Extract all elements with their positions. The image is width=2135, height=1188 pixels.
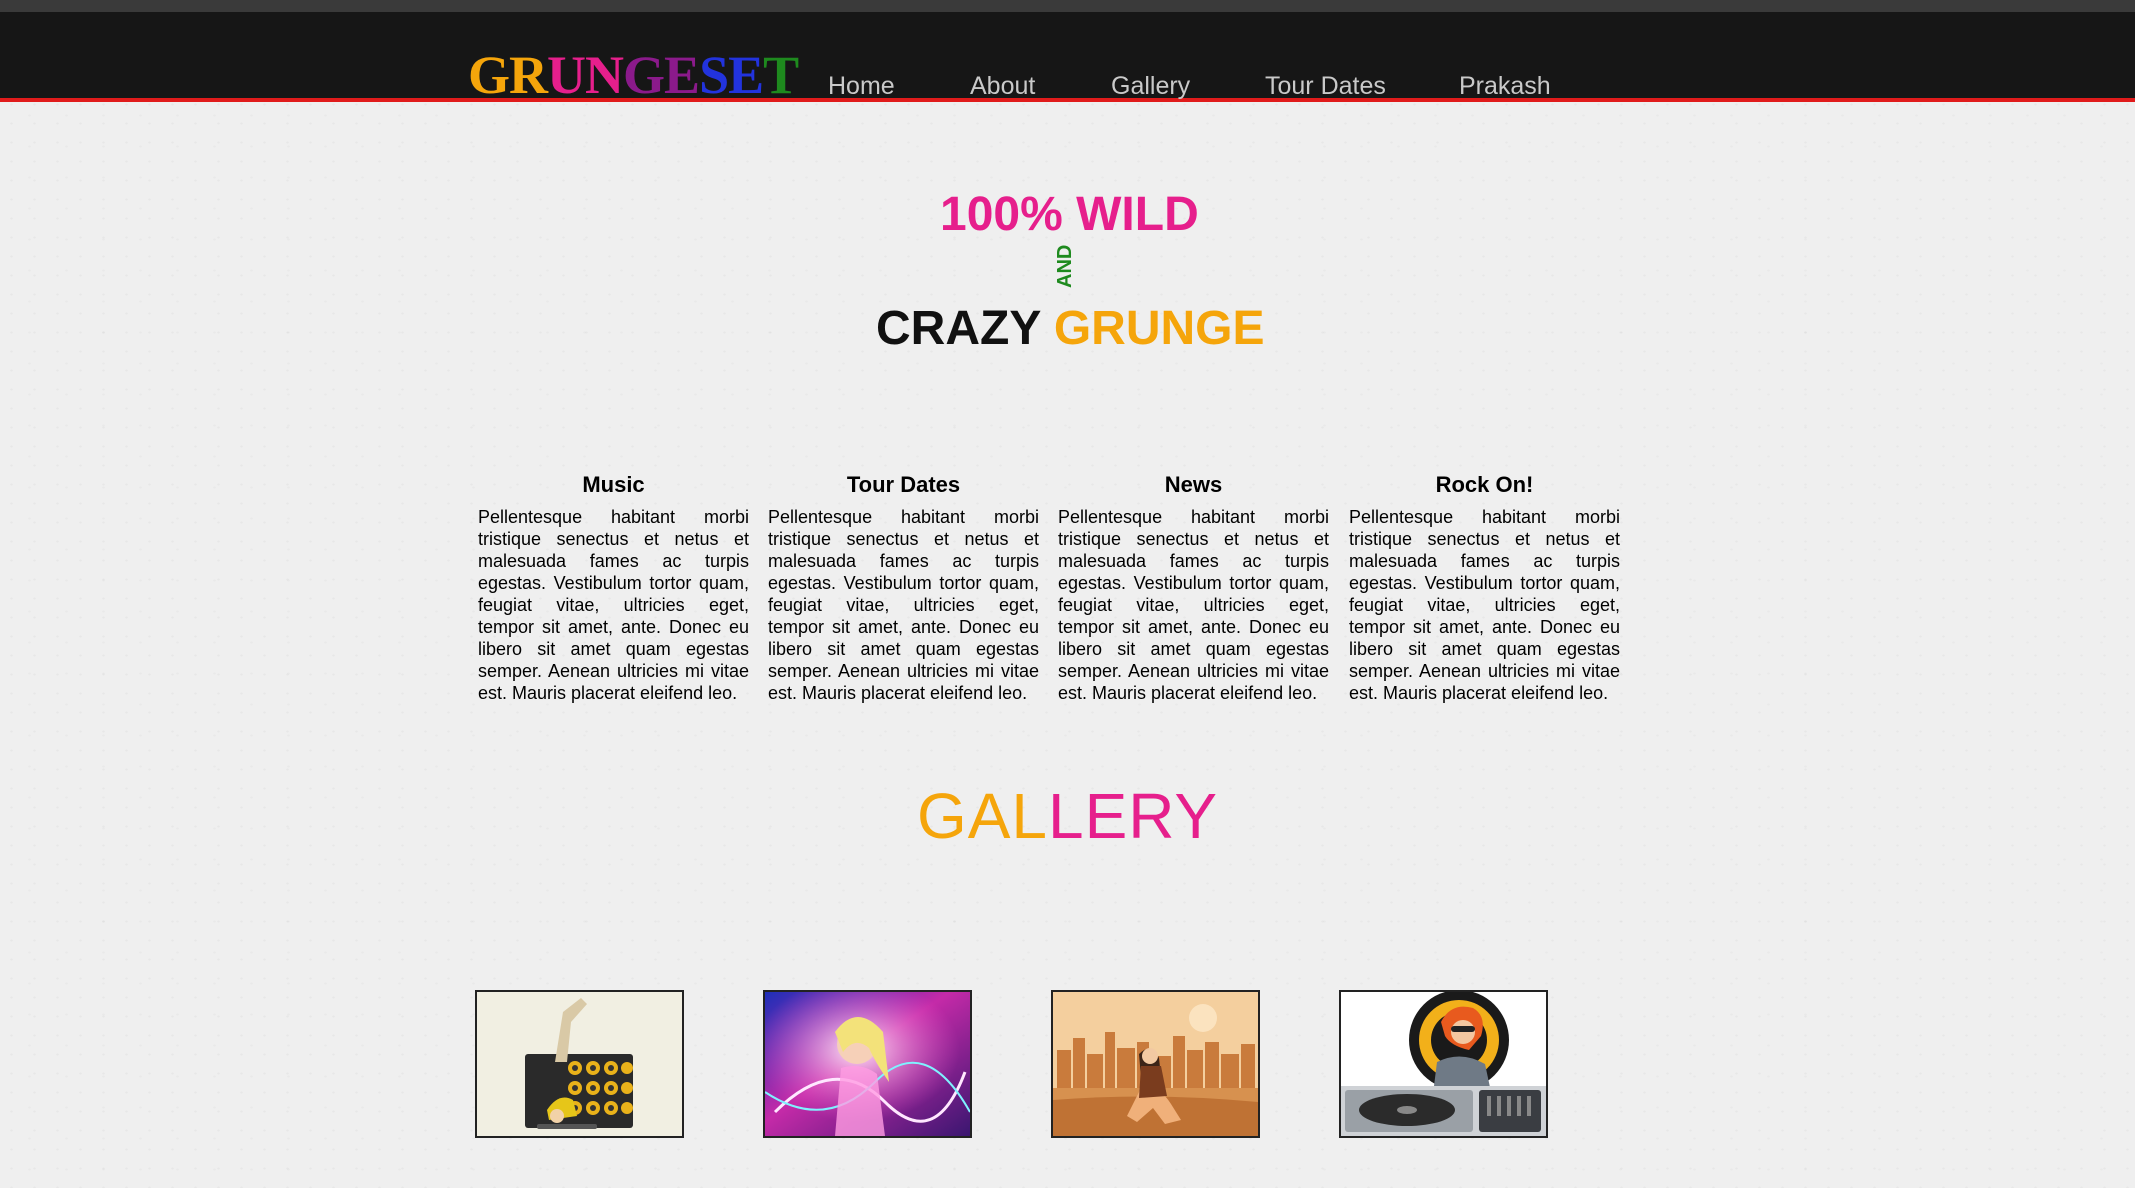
gallery-thumb-dj[interactable]: [1339, 990, 1548, 1138]
logo-letter: N: [585, 45, 624, 105]
gallery-heading: GALLERY: [0, 780, 2135, 852]
hero-word-crazy: CRAZY: [876, 302, 1041, 355]
hero-connector-and: AND: [1054, 244, 1076, 288]
nav-gallery[interactable]: Gallery: [1111, 72, 1190, 101]
logo-letter: U: [547, 45, 586, 105]
feature-rock-on: Rock On! Pellentesque habitant morbi tri…: [1349, 470, 1620, 704]
hero-headline-crazy-grunge: CRAZY GRUNGE: [876, 302, 1265, 356]
logo-letter: E: [728, 45, 764, 105]
gallery-thumb-neon-girl[interactable]: [763, 990, 972, 1138]
gallery-heading-part2: LERY: [1048, 780, 1219, 852]
logo-letter: G: [468, 45, 510, 105]
hero-word-grunge: GRUNGE: [1053, 302, 1265, 355]
logo-letter: R: [509, 45, 548, 105]
browser-top-strip: [0, 0, 2135, 12]
feature-body: Pellentesque habitant morbi tristique se…: [1349, 507, 1620, 703]
feature-news: News Pellentesque habitant morbi tristiq…: [1058, 470, 1329, 704]
feature-columns: Music Pellentesque habitant morbi tristi…: [478, 470, 1624, 730]
breakdancer-speakers-image: [477, 992, 682, 1136]
city-skyline-girl-image: [1053, 992, 1258, 1136]
logo-letter: T: [763, 45, 799, 105]
logo-letter: G: [623, 45, 665, 105]
site-logo[interactable]: GRUNGESET: [468, 45, 799, 105]
feature-title: Music: [582, 472, 645, 497]
nav-about[interactable]: About: [970, 72, 1035, 101]
gallery-heading-part1: GAL: [916, 780, 1049, 852]
gallery-thumb-breakdancer[interactable]: [475, 990, 684, 1138]
logo-letter: E: [664, 45, 700, 105]
feature-title: News: [1164, 472, 1223, 497]
gallery-thumb-city-girl[interactable]: [1051, 990, 1260, 1138]
dj-turntable-image: [1341, 992, 1546, 1136]
nav-prakash[interactable]: Prakash: [1459, 72, 1551, 101]
feature-body: Pellentesque habitant morbi tristique se…: [1058, 507, 1329, 703]
feature-tour-dates: Tour Dates Pellentesque habitant morbi t…: [768, 470, 1039, 704]
feature-music: Music Pellentesque habitant morbi tristi…: [478, 470, 749, 704]
nav-home[interactable]: Home: [828, 72, 895, 101]
neon-girl-flow-image: [765, 992, 970, 1136]
feature-title: Rock On!: [1435, 472, 1534, 497]
header-navbar: GRUNGESET Home About Gallery Tour Dates …: [0, 12, 2135, 102]
feature-body: Pellentesque habitant morbi tristique se…: [478, 507, 749, 703]
nav-tour-dates[interactable]: Tour Dates: [1265, 72, 1386, 101]
feature-title: Tour Dates: [846, 472, 961, 497]
feature-body: Pellentesque habitant morbi tristique se…: [768, 507, 1039, 703]
logo-letter: S: [699, 45, 729, 105]
